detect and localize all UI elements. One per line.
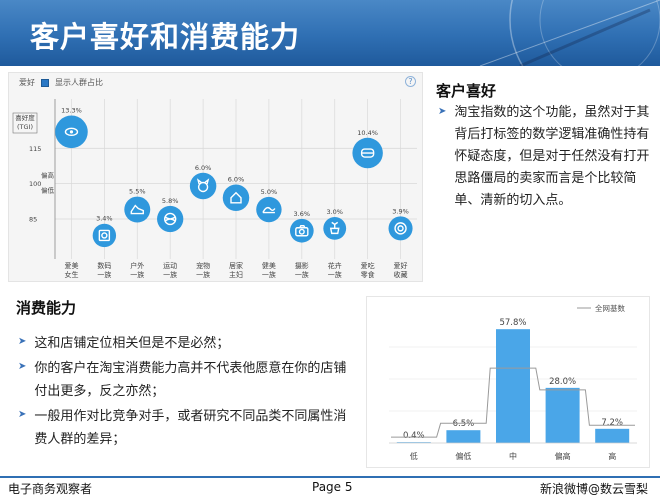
x-tick-label: 一族 [130, 270, 144, 279]
x-tick-label: 零食 [361, 270, 375, 279]
x-tick-label: 收藏 [394, 270, 408, 279]
hobby-label: 爱好 [19, 78, 35, 87]
x-tick-label: 居家 [229, 261, 243, 270]
bar-value-label: 7.2% [601, 418, 623, 428]
share-label: 5.0% [261, 188, 278, 196]
bubble-point [92, 223, 117, 248]
bullet-arrow-icon: ➤ [18, 409, 27, 420]
y-axis-title-line: 喜好度 [15, 113, 35, 122]
bubble-point [388, 216, 413, 241]
x-tick-label: 爱美 [64, 261, 78, 270]
bullet-arrow-icon: ➤ [18, 336, 27, 347]
slide-title: 客户喜好和消费能力 [30, 20, 301, 54]
x-tick-label: 一族 [97, 270, 111, 279]
share-label: 3.6% [294, 210, 311, 218]
x-tick-label: 一族 [295, 270, 309, 279]
x-tick-label: 偏高 [555, 451, 571, 461]
x-tick-label: 数码 [97, 261, 111, 270]
x-tick-label: 主妇 [229, 270, 243, 279]
x-tick-label: 偏低 [455, 451, 471, 461]
y-axis-title-line: (TGI) [17, 123, 33, 131]
eye-icon [69, 130, 74, 134]
footer-author: 新浪微博@数云雪梨 [539, 482, 648, 495]
bubble-point [222, 184, 250, 212]
band-label-low: 偏低 [41, 186, 55, 195]
y-tick-label: 85 [29, 215, 37, 223]
y-axis-title: 喜好度(TGI) [15, 113, 35, 131]
bar-value-label: 57.8% [499, 318, 526, 328]
x-tick-label: 摄影 [295, 261, 309, 270]
x-tick-label: 一族 [262, 270, 276, 279]
x-tick-label: 女生 [64, 270, 78, 279]
share-label: 6.0% [228, 176, 245, 184]
bubble-point [256, 196, 282, 223]
share-label: 13.3% [61, 107, 82, 115]
x-tick-label: 花卉 [328, 261, 342, 270]
x-tick-label: 户外 [130, 261, 144, 270]
bar [545, 387, 580, 443]
x-tick-label: 一族 [163, 270, 177, 279]
share-label: 5.5% [129, 188, 146, 196]
share-label: 10.4% [357, 129, 378, 137]
bubble-point [124, 196, 151, 223]
spending-point: 你的客户在淘宝消费能力高并不代表他愿意在你的店铺付出更多，反之亦然； [34, 361, 347, 399]
preference-chart-toolbar: 爱好 显示人群占比 [19, 77, 103, 88]
list-item: ➤ 一般用作对比竞争对手，或者研究不同品类不同属性消费人群的差异； [18, 405, 358, 451]
y-tick-label: 100 [29, 180, 41, 188]
list-item: ➤ 你的客户在淘宝消费能力高并不代表他愿意在你的店铺付出更多，反之亦然； [18, 357, 358, 403]
x-tick-label: 爱好 [394, 261, 408, 270]
bar [496, 329, 530, 443]
spending-chart: 全网基数 0.4% 低 6.5% 偏低 57.8% 中 28.0% 偏高 7.2% 高 [389, 303, 637, 461]
preference-bullet: ➤ 淘宝指数的这个功能，虽然对于其背后打标签的数学逻辑准确性持有怀疑态度，但是对… [438, 102, 650, 212]
slide-header: 客户喜好和消费能力 [0, 0, 660, 66]
bar [595, 428, 630, 443]
spending-point: 一般用作对比竞争对手，或者研究不同品类不同属性消费人群的差异； [34, 409, 347, 447]
footer-source: 电子商务观察者 [8, 482, 93, 495]
legend-label: 全网基数 [595, 303, 625, 313]
share-label: 6.0% [195, 164, 212, 172]
page-number: Page 5 [312, 480, 353, 494]
list-item: ➤ 这和店铺定位相关但是不是必然； [18, 332, 358, 355]
bubble-point [289, 218, 314, 243]
spending-points: ➤ 这和店铺定位相关但是不是必然； ➤ 你的客户在淘宝消费能力高并不代表他愿意在… [18, 332, 358, 453]
y-tick-label: 115 [29, 145, 41, 153]
show-share-checkbox[interactable] [41, 78, 49, 87]
spending-point: 这和店铺定位相关但是不是必然； [34, 336, 230, 351]
x-tick-label: 一族 [328, 270, 342, 279]
x-tick-label: 中 [509, 451, 517, 461]
x-tick-label: 爱吃 [361, 261, 375, 270]
preference-chart-panel: 喜好度(TGI) 115 100 85 偏高 偏低 13.3% 爱美 女生 3.4% 数码 一族 5.5… [8, 72, 423, 282]
help-icon[interactable]: ? [405, 76, 416, 87]
x-tick-label: 运动 [163, 261, 177, 270]
bar [446, 430, 481, 443]
header-decoration [479, 0, 660, 66]
x-tick-label: 宠物 [196, 261, 210, 270]
preference-chart: 喜好度(TGI)11510085偏高偏低13.3%爱美女生3.4%数码一族5.5… [12, 99, 417, 279]
preference-bullets: ➤ 淘宝指数的这个功能，虽然对于其背后打标签的数学逻辑准确性持有怀疑态度，但是对… [438, 102, 650, 212]
preference-paragraph: 淘宝指数的这个功能，虽然对于其背后打标签的数学逻辑准确性持有怀疑态度，但是对于任… [454, 105, 650, 208]
x-tick-label: 一族 [196, 270, 210, 279]
bar-value-label: 6.5% [453, 419, 475, 429]
spending-chart-panel: 全网基数 0.4% 低 6.5% 偏低 57.8% 中 28.0% 偏高 7.2% 高 [366, 296, 650, 468]
x-tick-label: 低 [410, 451, 418, 461]
share-label: 3.9% [392, 207, 409, 215]
preference-heading: 客户喜好 [436, 82, 497, 100]
share-label: 3.4% [96, 215, 113, 223]
spending-heading: 消费能力 [16, 299, 77, 317]
bar-value-label: 28.0% [549, 377, 576, 387]
share-label: 3.0% [326, 208, 343, 216]
bullet-arrow-icon: ➤ [18, 361, 27, 372]
bar-value-label: 0.4% [403, 431, 425, 441]
share-label: 5.8% [162, 197, 179, 205]
x-tick-label: 健美 [262, 261, 276, 270]
bubble-point [189, 172, 217, 200]
bullet-arrow-icon: ➤ [438, 106, 447, 117]
x-tick-label: 高 [608, 451, 616, 461]
slide-footer: 电子商务观察者 Page 5 新浪微博@数云雪梨 [0, 476, 660, 495]
show-share-label: 显示人群占比 [55, 78, 103, 87]
band-label-high: 偏高 [41, 171, 55, 180]
